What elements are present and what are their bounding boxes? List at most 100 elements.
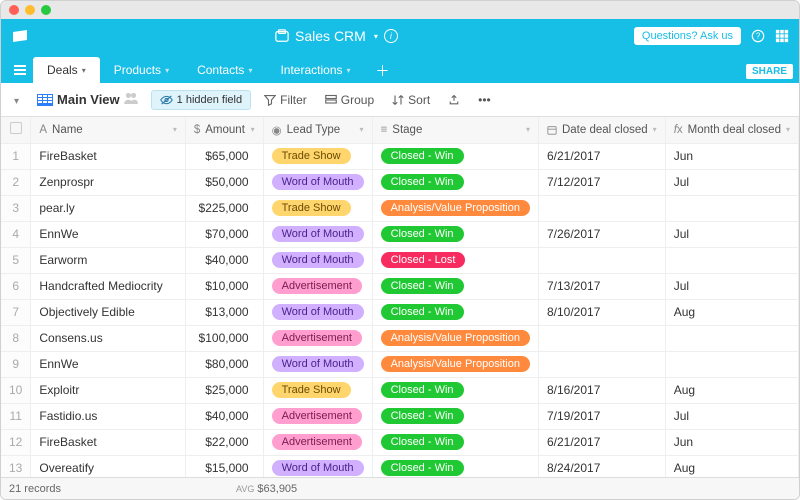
cell-name[interactable]: EnnWe	[31, 351, 186, 377]
group-button[interactable]: Group	[320, 89, 379, 111]
cell-amount[interactable]: $50,000	[185, 169, 263, 195]
cell-stage[interactable]: Closed - Win	[372, 403, 538, 429]
column-lead-type[interactable]: ◉Lead Type▾	[263, 117, 372, 143]
cell-date-closed[interactable]: 6/21/2017	[538, 429, 665, 455]
window-minimize-icon[interactable]	[25, 5, 35, 15]
cell-month-closed[interactable]: Jun	[665, 429, 798, 455]
summary-amount[interactable]: AVG $63,905	[236, 483, 297, 495]
cell-amount[interactable]: $100,000	[185, 325, 263, 351]
cell-amount[interactable]: $70,000	[185, 221, 263, 247]
table-row[interactable]: 10Exploitr$25,000Trade ShowClosed - Win8…	[1, 377, 799, 403]
app-title-area[interactable]: Sales CRM ▾ i	[39, 28, 634, 44]
cell-lead-type[interactable]: Trade Show	[263, 143, 372, 169]
cell-stage[interactable]: Closed - Win	[372, 273, 538, 299]
view-switcher[interactable]: Main View	[32, 88, 143, 111]
cell-date-closed[interactable]: 7/19/2017	[538, 403, 665, 429]
cell-name[interactable]: Earworm	[31, 247, 186, 273]
cell-lead-type[interactable]: Word of Mouth	[263, 299, 372, 325]
cell-name[interactable]: Objectively Edible	[31, 299, 186, 325]
table-row[interactable]: 9EnnWe$80,000Word of MouthAnalysis/Value…	[1, 351, 799, 377]
grid-apps-icon[interactable]	[775, 29, 789, 43]
cell-amount[interactable]: $25,000	[185, 377, 263, 403]
cell-stage[interactable]: Closed - Win	[372, 377, 538, 403]
table-row[interactable]: 5Earworm$40,000Word of MouthClosed - Los…	[1, 247, 799, 273]
collapse-sidebar-button[interactable]	[9, 89, 24, 111]
cell-lead-type[interactable]: Advertisement	[263, 403, 372, 429]
filter-button[interactable]: Filter	[259, 89, 312, 111]
cell-stage[interactable]: Closed - Lost	[372, 247, 538, 273]
cell-amount[interactable]: $225,000	[185, 195, 263, 221]
cell-month-closed[interactable]	[665, 247, 798, 273]
table-row[interactable]: 13Overeatify$15,000Word of MouthClosed -…	[1, 455, 799, 477]
cell-month-closed[interactable]: Jul	[665, 273, 798, 299]
cell-amount[interactable]: $65,000	[185, 143, 263, 169]
cell-amount[interactable]: $15,000	[185, 455, 263, 477]
cell-lead-type[interactable]: Advertisement	[263, 273, 372, 299]
cell-stage[interactable]: Closed - Win	[372, 143, 538, 169]
menu-button[interactable]	[7, 57, 33, 83]
select-all-header[interactable]	[1, 117, 31, 143]
cell-name[interactable]: Handcrafted Mediocrity	[31, 273, 186, 299]
cell-amount[interactable]: $22,000	[185, 429, 263, 455]
tab-interactions[interactable]: Interactions▾	[266, 57, 364, 83]
cell-amount[interactable]: $13,000	[185, 299, 263, 325]
table-row[interactable]: 4EnnWe$70,000Word of MouthClosed - Win7/…	[1, 221, 799, 247]
cell-amount[interactable]: $40,000	[185, 247, 263, 273]
table-row[interactable]: 3pear.ly$225,000Trade ShowAnalysis/Value…	[1, 195, 799, 221]
cell-name[interactable]: Exploitr	[31, 377, 186, 403]
sort-button[interactable]: Sort	[387, 89, 435, 111]
cell-date-closed[interactable]: 8/16/2017	[538, 377, 665, 403]
cell-month-closed[interactable]	[665, 325, 798, 351]
cell-month-closed[interactable]: Aug	[665, 377, 798, 403]
cell-date-closed[interactable]	[538, 325, 665, 351]
cell-lead-type[interactable]: Word of Mouth	[263, 169, 372, 195]
cell-name[interactable]: FireBasket	[31, 143, 186, 169]
cell-date-closed[interactable]: 7/12/2017	[538, 169, 665, 195]
cell-date-closed[interactable]	[538, 351, 665, 377]
cell-amount[interactable]: $40,000	[185, 403, 263, 429]
cell-stage[interactable]: Closed - Win	[372, 429, 538, 455]
cell-month-closed[interactable]: Jul	[665, 169, 798, 195]
cell-name[interactable]: Fastidio.us	[31, 403, 186, 429]
table-row[interactable]: 11Fastidio.us$40,000AdvertisementClosed …	[1, 403, 799, 429]
table-row[interactable]: 12FireBasket$22,000AdvertisementClosed -…	[1, 429, 799, 455]
cell-date-closed[interactable]: 6/21/2017	[538, 143, 665, 169]
table-row[interactable]: 6Handcrafted Mediocrity$10,000Advertisem…	[1, 273, 799, 299]
column-amount[interactable]: $Amount▾	[185, 117, 263, 143]
cell-name[interactable]: pear.ly	[31, 195, 186, 221]
help-icon[interactable]: ?	[751, 29, 765, 43]
cell-date-closed[interactable]: 8/10/2017	[538, 299, 665, 325]
table-row[interactable]: 2Zenprospr$50,000Word of MouthClosed - W…	[1, 169, 799, 195]
column-date-closed[interactable]: Date deal closed▾	[538, 117, 665, 143]
cell-stage[interactable]: Analysis/Value Proposition	[372, 351, 538, 377]
cell-lead-type[interactable]: Word of Mouth	[263, 247, 372, 273]
cell-name[interactable]: Overeatify	[31, 455, 186, 477]
cell-month-closed[interactable]: Jun	[665, 143, 798, 169]
window-close-icon[interactable]	[9, 5, 19, 15]
ask-us-button[interactable]: Questions? Ask us	[634, 27, 741, 45]
cell-name[interactable]: Zenprospr	[31, 169, 186, 195]
cell-lead-type[interactable]: Advertisement	[263, 325, 372, 351]
cell-lead-type[interactable]: Trade Show	[263, 377, 372, 403]
cell-date-closed[interactable]: 7/26/2017	[538, 221, 665, 247]
hidden-fields-button[interactable]: 1 hidden field	[151, 90, 251, 110]
cell-lead-type[interactable]: Word of Mouth	[263, 221, 372, 247]
cell-date-closed[interactable]: 7/13/2017	[538, 273, 665, 299]
column-name[interactable]: AName▾	[31, 117, 186, 143]
cell-amount[interactable]: $10,000	[185, 273, 263, 299]
info-icon[interactable]: i	[384, 29, 398, 43]
tab-contacts[interactable]: Contacts▾	[183, 57, 266, 83]
tab-products[interactable]: Products▾	[100, 57, 183, 83]
app-logo-icon[interactable]	[11, 29, 29, 43]
cell-stage[interactable]: Closed - Win	[372, 169, 538, 195]
cell-lead-type[interactable]: Trade Show	[263, 195, 372, 221]
cell-month-closed[interactable]	[665, 195, 798, 221]
cell-lead-type[interactable]: Advertisement	[263, 429, 372, 455]
table-row[interactable]: 8Consens.us$100,000AdvertisementAnalysis…	[1, 325, 799, 351]
table-row[interactable]: 7Objectively Edible$13,000Word of MouthC…	[1, 299, 799, 325]
cell-stage[interactable]: Analysis/Value Proposition	[372, 325, 538, 351]
add-table-button[interactable]: ＋	[371, 59, 395, 83]
share-view-button[interactable]	[443, 90, 465, 110]
more-options-button[interactable]: •••	[473, 89, 496, 111]
cell-month-closed[interactable]	[665, 351, 798, 377]
